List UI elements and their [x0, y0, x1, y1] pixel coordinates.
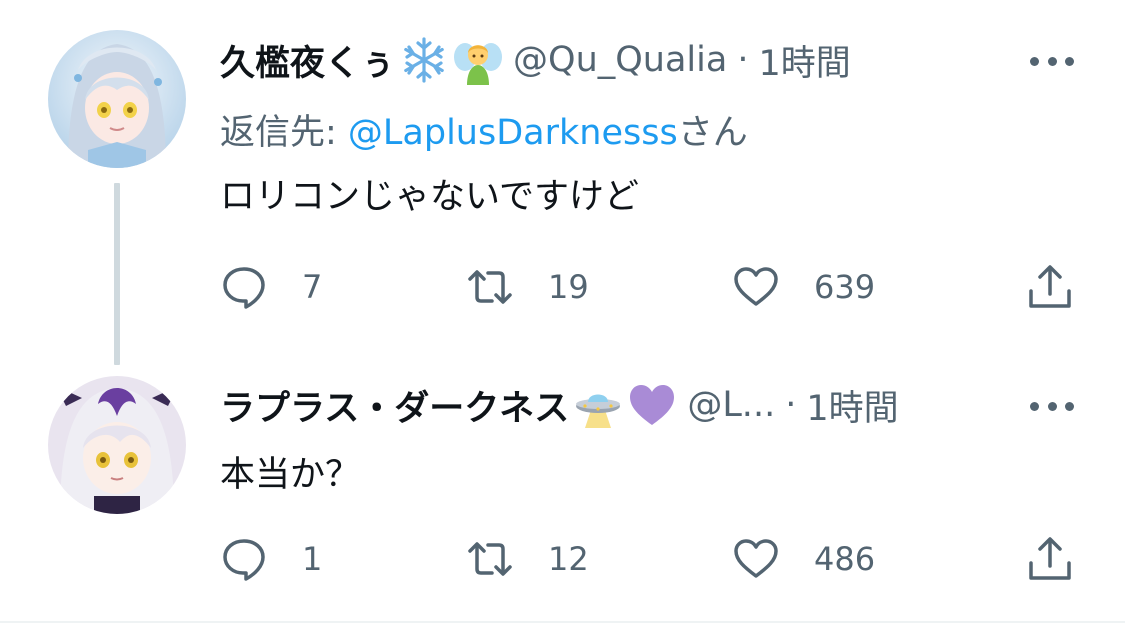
user-handle[interactable]: @L...: [687, 385, 775, 425]
avatar[interactable]: [48, 376, 186, 514]
purple-heart-icon: [627, 380, 677, 430]
reply-button[interactable]: 7: [220, 263, 322, 311]
fairy-icon: [453, 35, 503, 85]
heart-icon: [734, 267, 778, 306]
replying-to-line: 返信先: @LaplusDarknesssさん: [220, 104, 748, 155]
share-button[interactable]: [1026, 263, 1074, 311]
display-name[interactable]: ラプラス・ダークネス: [220, 380, 569, 431]
tweet-divider: [0, 621, 1125, 623]
snowflake-icon: [399, 35, 449, 85]
like-button[interactable]: 639: [732, 263, 875, 311]
replying-to-label: 返信先:: [220, 113, 348, 153]
tweet-timestamp[interactable]: 1時間: [758, 35, 850, 86]
more-options-icon[interactable]: [1030, 396, 1074, 416]
reply-count: 7: [302, 268, 323, 306]
reply-honorific: さん: [677, 113, 748, 153]
retweet-icon: [468, 542, 512, 576]
reply-icon: [223, 539, 265, 581]
separator-dot: ·: [785, 385, 797, 425]
tweet-text: 本当か？: [220, 455, 361, 495]
retweet-button[interactable]: 19: [466, 263, 589, 311]
retweet-count: 19: [548, 268, 589, 306]
reply-icon: [223, 267, 265, 309]
tweet-text: ロリコンじゃないですけど: [220, 177, 639, 217]
tweet-timestamp[interactable]: 1時間: [806, 380, 898, 431]
ufo-icon: [573, 380, 623, 430]
heart-icon: [734, 539, 778, 578]
like-button[interactable]: 486: [732, 535, 875, 583]
more-options-icon[interactable]: [1030, 51, 1074, 71]
like-count: 486: [814, 540, 876, 578]
tweet-header: ラプラス・ダークネス @L... · 1時間: [220, 377, 899, 433]
user-handle[interactable]: @Qu_Qualia: [513, 40, 727, 80]
reply-count: 1: [302, 540, 323, 578]
share-button[interactable]: [1026, 535, 1074, 583]
like-count: 639: [814, 268, 876, 306]
retweet-icon: [468, 270, 512, 304]
share-icon: [1029, 537, 1071, 580]
avatar-image: [48, 30, 186, 168]
tweet-thread: 久檻夜くぅ @Qu_Qualia · 1時間 返信先: @LaplusDarkn…: [0, 0, 1125, 639]
reply-button[interactable]: 1: [220, 535, 322, 583]
retweet-count: 12: [548, 540, 589, 578]
display-name[interactable]: 久檻夜くぅ: [220, 35, 395, 86]
separator-dot: ·: [737, 40, 749, 80]
share-icon: [1029, 265, 1071, 308]
reply-mention-link[interactable]: @LaplusDarknesss: [348, 113, 678, 153]
thread-connector-line: [114, 183, 120, 365]
avatar-image: [48, 376, 186, 514]
tweet-header: 久檻夜くぅ @Qu_Qualia · 1時間: [220, 32, 851, 88]
retweet-button[interactable]: 12: [466, 535, 589, 583]
avatar[interactable]: [48, 30, 186, 168]
